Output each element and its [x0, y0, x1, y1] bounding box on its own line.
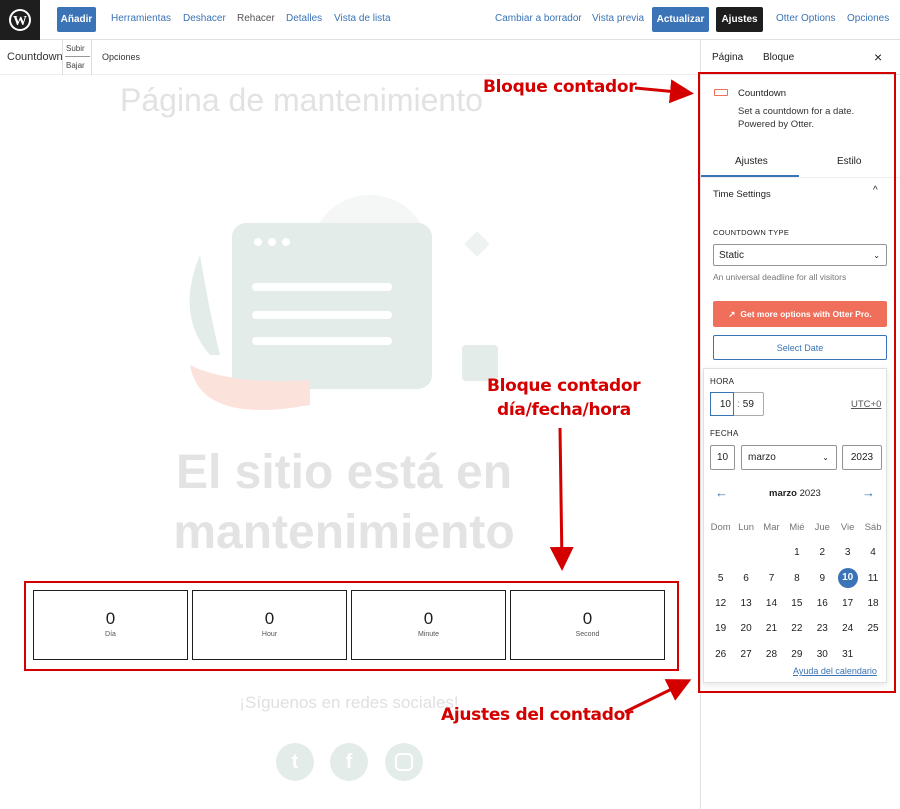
mover: Subir Bajar — [62, 40, 92, 75]
tab-page[interactable]: Página — [712, 52, 743, 63]
block-options-button[interactable]: Opciones — [102, 52, 140, 62]
annotation-sidebar-highlight — [698, 72, 896, 693]
annotation-settings-label: Ajustes del contador — [441, 705, 634, 725]
instagram-icon[interactable] — [385, 743, 423, 781]
move-down-button[interactable]: Bajar — [66, 61, 85, 70]
update-button[interactable]: Actualizar — [652, 7, 709, 32]
add-block-button[interactable]: Añadir — [57, 7, 96, 32]
annotation-countdown-highlight — [24, 581, 679, 671]
switch-to-draft-button[interactable]: Cambiar a borrador — [495, 13, 582, 24]
divider — [65, 56, 90, 57]
annotation-countdown-label-1: Bloque contador — [487, 376, 641, 396]
heading-line-1: El sitio está en — [175, 446, 513, 499]
preview-button[interactable]: Vista previa — [592, 13, 644, 24]
maintenance-heading[interactable]: El sitio está en mantenimiento — [0, 443, 688, 563]
block-toolbar: Countdown Subir Bajar Opciones — [0, 40, 700, 75]
close-icon[interactable]: × — [874, 49, 882, 65]
svg-text:W: W — [13, 14, 27, 29]
heading-line-2: mantenimiento — [173, 506, 515, 559]
facebook-icon[interactable]: f — [330, 743, 368, 781]
list-view-button[interactable]: Vista de lista — [334, 13, 391, 24]
top-bar: W Añadir Herramientas Deshacer Rehacer D… — [0, 0, 900, 40]
wordpress-logo-icon[interactable]: W — [0, 0, 40, 40]
options-button[interactable]: Opciones — [847, 13, 889, 24]
redo-button[interactable]: Rehacer — [237, 13, 275, 24]
settings-button[interactable]: Ajustes — [716, 7, 763, 32]
twitter-icon[interactable]: t — [276, 743, 314, 781]
tab-block[interactable]: Bloque — [763, 52, 794, 63]
annotation-block-label: Bloque contador — [483, 77, 637, 97]
page-title[interactable]: Página de mantenimiento — [120, 82, 483, 119]
block-type-button[interactable]: Countdown — [7, 51, 63, 63]
arrow-to-block — [634, 79, 694, 104]
maintenance-illustration — [189, 195, 498, 410]
details-button[interactable]: Detalles — [286, 13, 322, 24]
tools-button[interactable]: Herramientas — [111, 13, 171, 24]
undo-button[interactable]: Deshacer — [183, 13, 226, 24]
otter-options-button[interactable]: Otter Options — [776, 13, 835, 24]
move-up-button[interactable]: Subir — [66, 44, 85, 53]
annotation-countdown-label-2: día/fecha/hora — [497, 400, 631, 420]
